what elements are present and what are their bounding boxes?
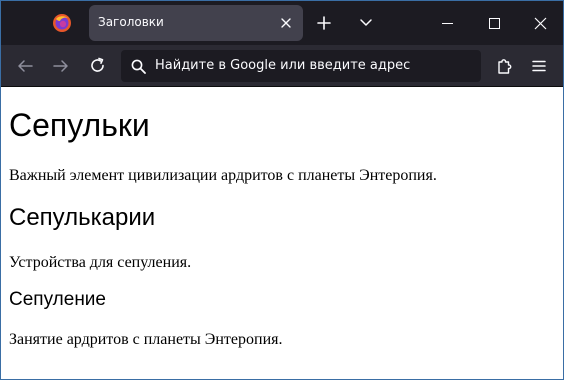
paragraph-3: Занятие ардритов с планеты Энтеропия. <box>9 331 283 348</box>
heading-2: Сепулькарии <box>9 204 156 231</box>
reload-icon[interactable] <box>89 57 106 74</box>
close-icon[interactable] <box>279 16 293 30</box>
firefox-logo-icon <box>53 14 71 32</box>
browser-window: Заголовки Найдите в Google или введите а… <box>0 0 564 380</box>
window-close-icon[interactable] <box>534 17 547 30</box>
tab-title: Заголовки <box>98 15 164 29</box>
paragraph-1: Важный элемент цивилизации ардритов с пл… <box>9 167 437 184</box>
address-placeholder: Найдите в Google или введите адрес <box>155 58 411 73</box>
paragraph-2: Устройства для сепуления. <box>9 254 192 271</box>
minimize-icon[interactable] <box>442 23 453 24</box>
plus-icon[interactable] <box>317 16 331 30</box>
maximize-icon[interactable] <box>489 18 500 29</box>
heading-1: Сепульки <box>9 107 150 143</box>
navigation-toolbar: Найдите в Google или введите адрес <box>1 45 563 87</box>
chevron-down-icon[interactable] <box>359 18 373 28</box>
tab-strip: Заголовки <box>1 1 563 45</box>
heading-3: Сепуление <box>9 289 106 310</box>
page-content: Сепульки Важный элемент цивилизации ардр… <box>1 87 563 379</box>
search-icon <box>131 59 146 74</box>
hamburger-menu-icon[interactable] <box>532 60 546 72</box>
arrow-left-icon[interactable] <box>17 59 33 73</box>
puzzle-icon[interactable] <box>496 58 513 75</box>
address-bar[interactable]: Найдите в Google или введите адрес <box>121 50 481 82</box>
tab-active[interactable]: Заголовки <box>89 5 303 41</box>
arrow-right-icon[interactable] <box>53 59 69 73</box>
